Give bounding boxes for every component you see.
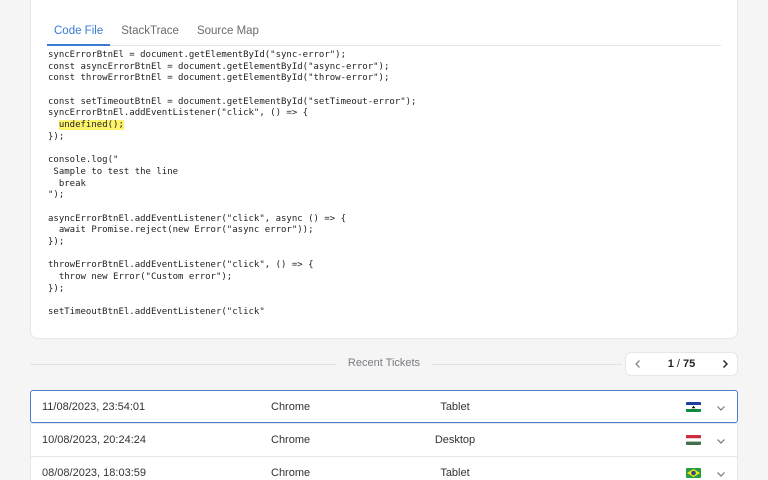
prev-page-button[interactable] xyxy=(626,353,650,375)
ticket-browser: Chrome xyxy=(271,400,311,413)
ticket-date: 10/08/2023, 20:24:24 xyxy=(42,434,146,446)
code-line: syncErrorBtnEl.addEventListener("click",… xyxy=(48,108,309,119)
code-line: undefined(); xyxy=(48,120,718,132)
code-line: const setTimeoutBtnEl = document.getElem… xyxy=(48,96,417,107)
code-line: console.log(" xyxy=(48,155,119,166)
page-total: 75 xyxy=(683,358,696,370)
code-line: }); xyxy=(48,237,65,247)
code-line: const throwErrorBtnEl = document.getElem… xyxy=(48,73,390,84)
code-line: throwErrorBtnEl.addEventListener("click"… xyxy=(48,260,314,271)
next-page-button[interactable] xyxy=(713,353,737,375)
code-line: setTimeoutBtnEl.addEventListener("click" xyxy=(48,307,265,318)
code-line: }); xyxy=(48,283,65,294)
ticket-row[interactable]: 08/08/2023, 18:03:59 Chrome Tablet xyxy=(30,456,738,480)
brazil-flag-icon xyxy=(686,468,701,478)
code-line: const asyncErrorBtnEl = document.getElem… xyxy=(48,61,390,72)
recent-tickets-title: Recent Tickets xyxy=(347,357,421,369)
code-line: syncErrorBtnEl = document.getElementById… xyxy=(48,50,347,60)
page-current: 1 xyxy=(667,358,674,370)
code-line: "); xyxy=(48,190,65,201)
divider-line xyxy=(30,364,336,365)
ticket-browser: Chrome xyxy=(271,434,311,446)
chevron-down-icon[interactable] xyxy=(714,467,728,480)
tab-code-file[interactable]: Code File xyxy=(47,23,111,46)
recent-tickets-header: Recent Tickets 1 / 75 xyxy=(30,352,738,376)
ticket-device: Tablet xyxy=(440,467,470,479)
tab-stacktrace[interactable]: StackTrace xyxy=(114,23,186,46)
highlighted-error-line: undefined(); xyxy=(58,120,124,131)
tickets-list: 11/08/2023, 23:54:01 Chrome Tablet 10/08… xyxy=(30,390,738,480)
ticket-device: Desktop xyxy=(434,434,476,446)
chevron-down-icon[interactable] xyxy=(714,434,728,448)
lesotho-flag-icon xyxy=(686,402,701,412)
code-line: asyncErrorBtnEl.addEventListener("click"… xyxy=(48,213,347,224)
page-indicator: 1 / 75 xyxy=(650,358,713,370)
chevron-right-icon xyxy=(723,360,728,368)
code-line: Sample to test the line xyxy=(48,166,179,177)
code-line: }); xyxy=(48,131,65,142)
ticket-row[interactable]: 10/08/2023, 20:24:24 Chrome Desktop xyxy=(30,423,738,456)
code-block: syncErrorBtnEl = document.getElementById… xyxy=(48,50,718,319)
code-line: throw new Error("Custom error"); xyxy=(48,272,233,283)
tab-source-map[interactable]: Source Map xyxy=(190,23,266,46)
ticket-browser: Chrome xyxy=(271,467,311,479)
pagination: 1 / 75 xyxy=(625,352,738,376)
ticket-date: 08/08/2023, 18:03:59 xyxy=(42,467,146,479)
page-separator: / xyxy=(676,358,680,370)
ticket-device: Tablet xyxy=(440,400,470,413)
ticket-date: 11/08/2023, 23:54:01 xyxy=(42,400,146,413)
code-line: await Promise.reject(new Error("async er… xyxy=(48,225,314,236)
code-tabs: Code File StackTrace Source Map xyxy=(47,23,721,46)
chevron-left-icon xyxy=(635,360,640,368)
chevron-down-icon[interactable] xyxy=(714,401,728,415)
hungary-flag-icon xyxy=(686,435,701,445)
divider-line xyxy=(432,364,622,365)
code-line: break xyxy=(48,178,86,189)
ticket-row[interactable]: 11/08/2023, 23:54:01 Chrome Tablet xyxy=(30,390,738,423)
code-viewer-card: Code File StackTrace Source Map syncErro… xyxy=(30,0,738,339)
